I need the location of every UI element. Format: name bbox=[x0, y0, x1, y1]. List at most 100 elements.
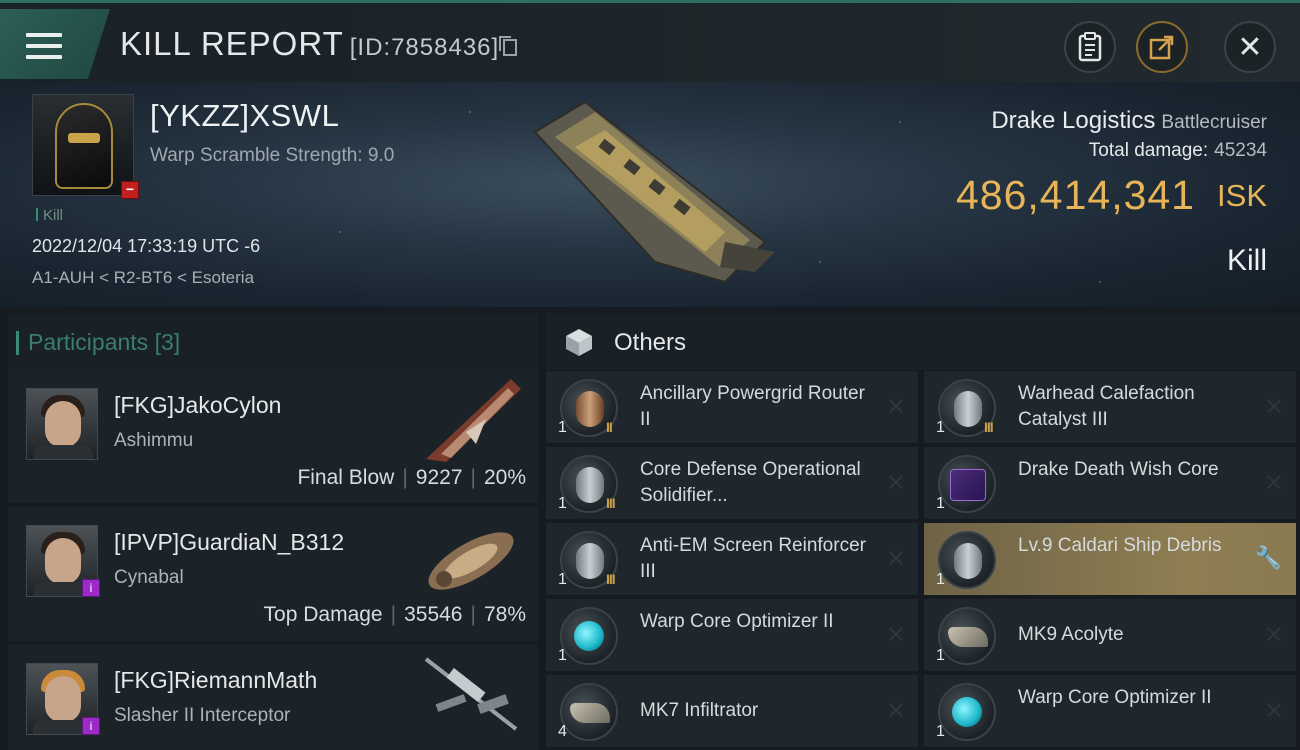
item-name: Warp Core Optimizer II bbox=[1018, 687, 1212, 708]
kill-tag: Kill bbox=[36, 207, 63, 224]
avatar bbox=[26, 388, 98, 460]
isk-value: 486,414,341 bbox=[955, 172, 1195, 218]
participant-ship-image bbox=[428, 532, 514, 590]
top-bar: KILL REPORT [ID:7858436] ✕ bbox=[0, 0, 1300, 82]
loot-item[interactable]: 1 Drake Death Wish Core ✕ bbox=[924, 447, 1296, 519]
participant-ship: Ashimmu bbox=[114, 430, 194, 451]
alliance-badge-icon: i bbox=[82, 579, 100, 597]
item-name: MK7 Infiltrator bbox=[640, 700, 759, 721]
participant-percent: 20% bbox=[483, 466, 526, 489]
participant-damage: 35546 bbox=[404, 603, 463, 626]
item-quantity: 1 bbox=[558, 647, 567, 664]
item-name: Warhead Calefaction Catalyst III bbox=[1018, 383, 1195, 430]
victim-panel: − [YKZZ]XSWL Warp Scramble Strength: 9.0… bbox=[0, 82, 1300, 307]
participants-header: Participants [3] bbox=[8, 313, 538, 370]
ship-class: Battlecruiser bbox=[1161, 112, 1267, 133]
participant-stats: Top Damage | 35546 | 78% bbox=[263, 603, 526, 626]
kill-result: Kill bbox=[1226, 244, 1267, 277]
destroyed-icon: ✕ bbox=[1263, 698, 1284, 725]
participants-panel: Participants [3] [FKG]JakoCylon Ashimmu … bbox=[0, 307, 540, 750]
victim-name[interactable]: [YKZZ]XSWL bbox=[150, 98, 339, 134]
item-name: Lv.9 Caldari Ship Debris bbox=[1018, 535, 1222, 556]
item-name: Core Defense Operational Solidifier... bbox=[640, 459, 861, 506]
loot-item[interactable]: 1 MK9 Acolyte ✕ bbox=[924, 599, 1296, 671]
item-quantity: 1 bbox=[936, 495, 945, 512]
destroyed-icon: ✕ bbox=[885, 394, 906, 421]
page-title-text: KILL REPORT bbox=[120, 25, 344, 62]
victim-ship-name[interactable]: Drake Logistics Battlecruiser bbox=[991, 107, 1267, 135]
participants-count: [3] bbox=[154, 329, 181, 355]
item-quantity: 1 bbox=[936, 419, 945, 436]
participant-card[interactable]: [FKG]JakoCylon Ashimmu Final Blow | 9227 | 2… bbox=[8, 370, 538, 503]
warp-scramble-strength: Warp Scramble Strength: 9.0 bbox=[150, 145, 395, 166]
victim-portrait[interactable]: − bbox=[32, 94, 139, 199]
participants-label: Participants bbox=[28, 329, 149, 355]
participant-damage: 9227 bbox=[415, 466, 463, 489]
participant-ship: Cynabal bbox=[114, 567, 184, 588]
destroyed-icon: ✕ bbox=[1263, 470, 1284, 497]
participant-ship: Slasher II Interceptor bbox=[114, 705, 291, 726]
others-panel: Others 1 II Ancillary Powergrid Router I… bbox=[540, 307, 1300, 750]
destroyed-icon: ✕ bbox=[1263, 622, 1284, 649]
item-name: Ancillary Powergrid Router II bbox=[640, 383, 865, 430]
hamburger-icon bbox=[26, 33, 62, 59]
item-quantity: 1 bbox=[936, 723, 945, 740]
wrench-icon: 🔧 bbox=[1254, 545, 1282, 570]
item-name: Anti-EM Screen Reinforcer III bbox=[640, 535, 866, 582]
participant-card[interactable]: i [IPVP]GuardiaN_B312 Cynabal Top Damage… bbox=[8, 507, 538, 641]
participant-ship-image bbox=[426, 379, 521, 462]
participant-role: Top Damage bbox=[263, 603, 383, 626]
total-damage: Total damage: 45234 bbox=[1088, 140, 1267, 161]
cube-icon bbox=[566, 329, 592, 356]
module-icon bbox=[560, 607, 618, 665]
item-name: Warp Core Optimizer II bbox=[640, 611, 834, 632]
participant-name: [FKG]JakoCylon bbox=[114, 392, 282, 418]
drone-icon bbox=[560, 683, 618, 741]
item-tier: III bbox=[606, 495, 616, 511]
item-name: Drake Death Wish Core bbox=[1018, 459, 1219, 480]
page-title: KILL REPORT [ID:7858436] bbox=[120, 25, 518, 63]
item-quantity: 1 bbox=[558, 495, 567, 512]
item-quantity: 1 bbox=[936, 571, 945, 588]
item-quantity: 1 bbox=[558, 419, 567, 436]
module-icon bbox=[938, 683, 996, 741]
loot-item[interactable]: 1 Warp Core Optimizer II ✕ bbox=[546, 599, 918, 671]
item-tier: II bbox=[606, 419, 613, 435]
menu-button[interactable] bbox=[0, 9, 110, 79]
destroyed-icon: ✕ bbox=[885, 698, 906, 725]
clipboard-button[interactable] bbox=[1064, 21, 1116, 73]
victim-ship-image bbox=[533, 100, 775, 284]
item-tier: III bbox=[606, 571, 616, 587]
participant-percent: 78% bbox=[483, 603, 526, 626]
participant-stats: Final Blow | 9227 | 20% bbox=[297, 466, 526, 489]
destroyed-icon: ✕ bbox=[1263, 394, 1284, 421]
participant-role: Final Blow bbox=[297, 466, 395, 489]
loot-item[interactable]: 1 III Warhead Calefaction Catalyst III ✕ bbox=[924, 371, 1296, 443]
others-header: Others bbox=[546, 313, 1300, 370]
item-tier: III bbox=[984, 419, 994, 435]
loot-item[interactable]: 1 Warp Core Optimizer II ✕ bbox=[924, 675, 1296, 747]
item-quantity: 4 bbox=[558, 723, 567, 740]
loot-item[interactable]: 1 II Ancillary Powergrid Router II ✕ bbox=[546, 371, 918, 443]
drone-icon bbox=[938, 607, 996, 665]
participant-name: [FKG]RiemannMath bbox=[114, 667, 318, 693]
module-icon bbox=[938, 531, 996, 589]
module-icon bbox=[938, 455, 996, 513]
destroyed-icon: ✕ bbox=[885, 470, 906, 497]
close-button[interactable]: ✕ bbox=[1224, 21, 1276, 73]
copy-icon[interactable] bbox=[499, 36, 518, 56]
participant-card[interactable]: i [FKG]RiemannMath Slasher II Intercepto… bbox=[8, 645, 538, 750]
alliance-badge-icon: i bbox=[82, 717, 100, 735]
destroyed-icon: ✕ bbox=[885, 546, 906, 573]
loot-item[interactable]: 1 III Core Defense Operational Solidifie… bbox=[546, 447, 918, 519]
loot-item[interactable]: 1 III Anti-EM Screen Reinforcer III ✕ bbox=[546, 523, 918, 595]
share-icon bbox=[1149, 35, 1174, 60]
isk-unit: ISK bbox=[1217, 178, 1267, 213]
participant-name: [IPVP]GuardiaN_B312 bbox=[114, 529, 345, 555]
loot-item-dropped[interactable]: 1 Lv.9 Caldari Ship Debris 🔧 bbox=[924, 523, 1296, 595]
kill-datetime: 2022/12/04 17:33:19 UTC -6 bbox=[32, 236, 261, 256]
loot-item[interactable]: 4 MK7 Infiltrator ✕ bbox=[546, 675, 918, 747]
destroyed-icon: ✕ bbox=[885, 622, 906, 649]
item-name: MK9 Acolyte bbox=[1018, 624, 1124, 645]
share-button[interactable] bbox=[1136, 21, 1188, 73]
